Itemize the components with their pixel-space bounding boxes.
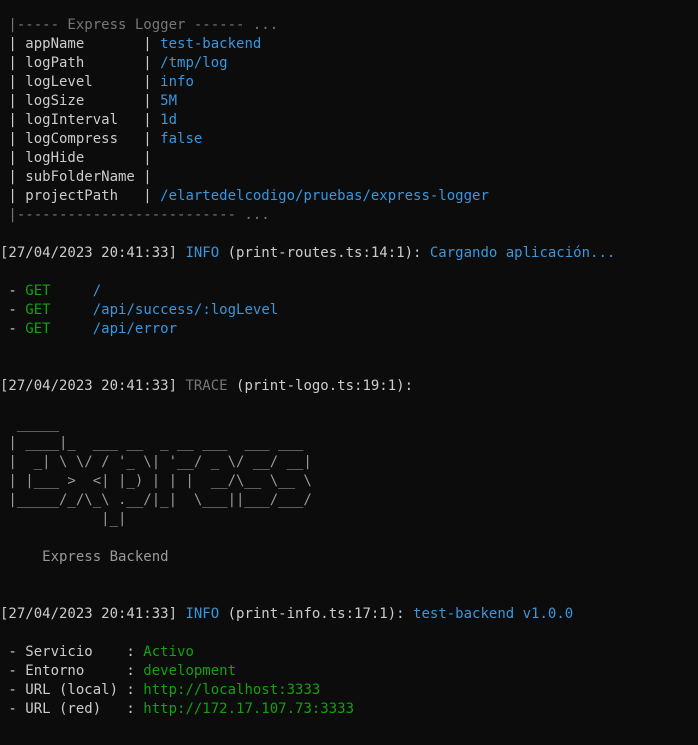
route-method: GET [25, 283, 51, 299]
ascii-logo-line: | _| \ \/ / '_ \| '__/ _ \/ __/ __| [0, 454, 312, 470]
route-method: GET [25, 321, 51, 337]
terminal-window[interactable]: |----- Express Logger ------ ... | appNa… [0, 0, 698, 745]
config-header-line: |----- Express Logger ------ ... [0, 17, 279, 33]
log-message: Cargando aplicación... [429, 245, 616, 261]
config-row-loglevel: | logLevel | info [0, 73, 194, 92]
config-row-logcompress: | logCompress | false [0, 130, 202, 149]
log-source: (print-logo.ts:19:1): [227, 378, 414, 394]
log-timestamp: [27/04/2023 20:41:33] [0, 606, 186, 622]
info-item-servicio: - Servicio : Activo [0, 643, 194, 662]
info-label: - URL (local) : [0, 682, 144, 698]
config-value: 5M [160, 93, 178, 109]
log-source: (print-routes.ts:14:1): [219, 245, 430, 261]
config-label: | logInterval | [0, 112, 161, 128]
config-value: info [160, 74, 194, 90]
log-level-info: INFO [185, 245, 220, 261]
config-label: | projectPath | [0, 188, 161, 204]
info-value: http://172.17.107.73:3333 [143, 701, 355, 717]
route-item: - GET /api/error [0, 320, 177, 339]
config-row-appname: | appName | test-backend [0, 35, 261, 54]
info-item-url-local: - URL (local) : http://localhost:3333 [0, 681, 320, 700]
log-entry-logo: [27/04/2023 20:41:33] TRACE (print-logo.… [0, 377, 413, 396]
config-row-loginterval: | logInterval | 1d [0, 111, 177, 130]
route-spacer [51, 283, 93, 299]
log-level-trace: TRACE [185, 378, 228, 394]
info-value: development [143, 663, 237, 679]
log-message: test-backend v1.0.0 [413, 606, 574, 622]
route-path: / [92, 283, 102, 299]
info-label: - Entorno : [0, 663, 144, 679]
route-path: /api/success/:logLevel [92, 302, 279, 318]
route-item: - GET /api/success/:logLevel [0, 301, 278, 320]
info-label: - URL (red) : [0, 701, 144, 717]
config-label: | logPath | [0, 55, 161, 71]
log-source: (print-info.ts:17:1): [219, 606, 414, 622]
config-label: | logHide | [0, 150, 161, 166]
config-value: test-backend [160, 36, 262, 52]
config-row-logsize: | logSize | 5M [0, 92, 177, 111]
config-row-subfoldername: | subFolderName | [0, 168, 160, 187]
ascii-logo-line: |_| [0, 511, 127, 527]
ascii-logo-line: _____ [0, 416, 60, 432]
config-row-loghide: | logHide | [0, 149, 160, 168]
config-value: 1d [160, 112, 178, 128]
info-label: - Servicio : [0, 644, 144, 660]
log-entry-info: [27/04/2023 20:41:33] INFO (print-info.t… [0, 605, 573, 624]
logo-caption: Express Backend [0, 549, 169, 565]
config-label: | subFolderName | [0, 169, 161, 185]
config-label: | logLevel | [0, 74, 161, 90]
info-value: Activo [143, 644, 194, 660]
route-bullet: - [0, 321, 26, 337]
route-spacer [51, 321, 93, 337]
ascii-logo-line: | ____|_ ___ __ _ __ ___ ___ ___ [0, 435, 304, 451]
config-label: | appName | [0, 36, 161, 52]
config-footer-line: |-------------------------- ... [0, 207, 270, 223]
route-bullet: - [0, 283, 26, 299]
config-row-logpath: | logPath | /tmp/log [0, 54, 228, 73]
config-row-projectpath: | projectPath | /elartedelcodigo/pruebas… [0, 187, 489, 206]
log-timestamp: [27/04/2023 20:41:33] [0, 245, 186, 261]
log-timestamp: [27/04/2023 20:41:33] [0, 378, 186, 394]
config-label: | logCompress | [0, 131, 161, 147]
info-item-entorno: - Entorno : development [0, 662, 236, 681]
info-item-url-red: - URL (red) : http://172.17.107.73:3333 [0, 700, 354, 719]
route-item: - GET / [0, 282, 101, 301]
log-entry-routes: [27/04/2023 20:41:33] INFO (print-routes… [0, 244, 615, 263]
route-spacer [51, 302, 93, 318]
route-path: /api/error [92, 321, 178, 337]
ascii-logo-line: |_____/_/\_\ .__/|_| \___||___/___/ [0, 492, 312, 508]
route-method: GET [25, 302, 51, 318]
config-value: false [160, 131, 203, 147]
ascii-logo-line: | |___ > <| |_) | | | __/\__ \__ \ [0, 473, 312, 489]
config-value: /elartedelcodigo/pruebas/express-logger [160, 188, 489, 204]
info-value: http://localhost:3333 [143, 682, 321, 698]
route-bullet: - [0, 302, 26, 318]
config-value: /tmp/log [160, 55, 228, 71]
config-label: | logSize | [0, 93, 161, 109]
log-level-info: INFO [185, 606, 220, 622]
